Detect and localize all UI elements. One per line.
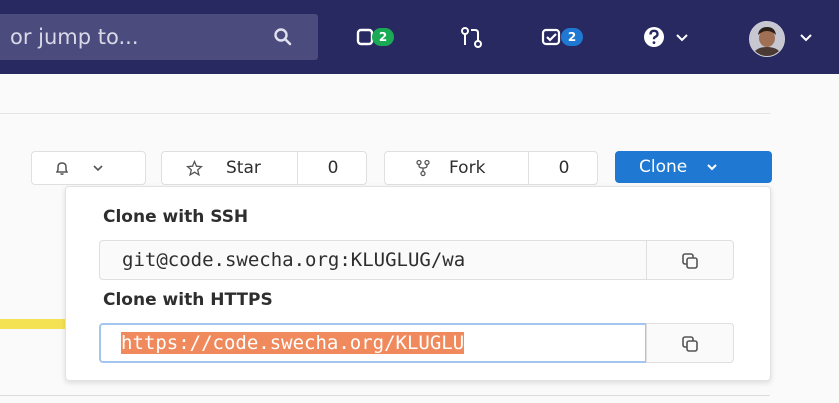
https-heading: Clone with HTTPS bbox=[103, 290, 273, 310]
help-dropdown[interactable] bbox=[643, 24, 690, 52]
copy-ssh-url-button[interactable] bbox=[646, 240, 734, 280]
merge-requests-nav-link[interactable] bbox=[459, 24, 485, 52]
chevron-down-icon bbox=[707, 164, 717, 171]
search-icon bbox=[274, 28, 292, 46]
avatar-image bbox=[750, 22, 784, 56]
star-label: Star bbox=[226, 158, 261, 178]
notification-settings-button[interactable] bbox=[31, 151, 146, 185]
fork-button[interactable]: Fork 0 bbox=[384, 151, 598, 185]
todos-nav-link[interactable]: 2 bbox=[541, 24, 583, 52]
search-placeholder: or jump to... bbox=[10, 25, 139, 49]
https-url-text: https://code.swecha.org/KLUGLU bbox=[121, 332, 465, 354]
search-input[interactable]: or jump to... bbox=[0, 14, 318, 60]
fork-icon bbox=[416, 159, 430, 177]
clone-dropdown: Clone with SSH git@code.swecha.org:KLUGL… bbox=[65, 186, 771, 381]
https-url-input[interactable]: https://code.swecha.org/KLUGLU bbox=[99, 323, 647, 363]
chevron-down-icon bbox=[93, 165, 103, 172]
merge-request-icon bbox=[461, 27, 482, 48]
avatar-chevron-down-icon[interactable] bbox=[798, 30, 814, 46]
highlight-bar bbox=[0, 319, 66, 329]
clone-label: Clone bbox=[639, 157, 688, 177]
star-count[interactable]: 0 bbox=[297, 152, 368, 184]
ssh-heading: Clone with SSH bbox=[103, 207, 249, 227]
fork-count[interactable]: 0 bbox=[528, 152, 599, 184]
copy-icon bbox=[682, 336, 698, 352]
bell-icon bbox=[55, 162, 69, 175]
star-button[interactable]: Star 0 bbox=[161, 151, 367, 185]
top-navbar: or jump to... 2 2 bbox=[0, 0, 839, 74]
content-divider bbox=[0, 395, 770, 396]
copy-icon bbox=[682, 253, 698, 269]
copy-https-url-button[interactable] bbox=[646, 323, 734, 363]
fork-label: Fork bbox=[449, 158, 486, 178]
user-avatar[interactable] bbox=[749, 21, 785, 57]
header-divider bbox=[0, 113, 770, 114]
ssh-url-input[interactable]: git@code.swecha.org:KLUGLUG/wa bbox=[99, 240, 647, 280]
todos-badge: 2 bbox=[561, 28, 583, 46]
issues-badge: 2 bbox=[372, 28, 394, 46]
help-icon bbox=[644, 27, 664, 47]
star-icon bbox=[186, 160, 203, 177]
issues-nav-link[interactable]: 2 bbox=[356, 24, 394, 52]
chevron-down-icon bbox=[676, 34, 688, 42]
clone-button[interactable]: Clone bbox=[615, 151, 772, 183]
ssh-url-text: git@code.swecha.org:KLUGLUG/wa bbox=[122, 249, 466, 271]
